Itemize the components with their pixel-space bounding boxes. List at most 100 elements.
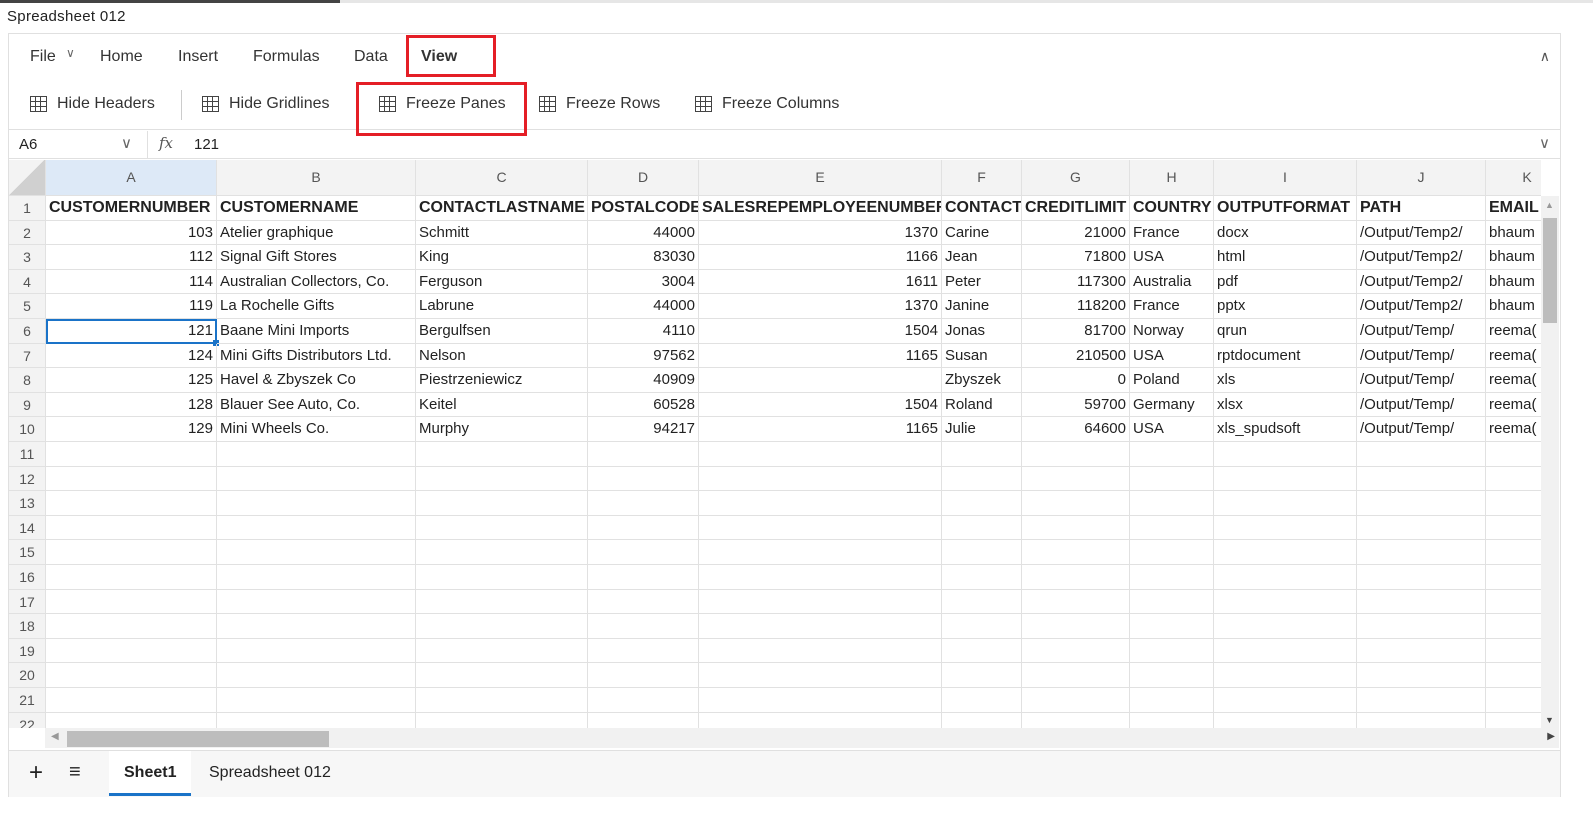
- cell-h22[interactable]: [1130, 712, 1214, 728]
- cell-i7[interactable]: rptdocument: [1214, 343, 1357, 369]
- cell-b20[interactable]: [217, 663, 416, 688]
- cell-e1[interactable]: SALESREPEMPLOYEENUMBER: [699, 196, 942, 221]
- cell-k1[interactable]: EMAIL: [1486, 196, 1541, 221]
- row-header-8[interactable]: 8: [9, 368, 46, 393]
- cell-a21[interactable]: [46, 688, 217, 713]
- cell-d2[interactable]: 44000: [588, 220, 699, 246]
- row-header-2[interactable]: 2: [9, 220, 46, 246]
- cell-h3[interactable]: USA: [1130, 245, 1214, 270]
- row-header-3[interactable]: 3: [9, 245, 46, 270]
- menu-data[interactable]: Data: [354, 48, 388, 66]
- cell-e22[interactable]: [699, 712, 942, 728]
- cell-b18[interactable]: [217, 614, 416, 639]
- cell-f7[interactable]: Susan: [942, 343, 1022, 369]
- cell-j11[interactable]: [1357, 442, 1486, 467]
- cell-k14[interactable]: [1486, 516, 1541, 541]
- cell-e17[interactable]: [699, 589, 942, 615]
- row-header-11[interactable]: 11: [9, 442, 46, 467]
- cell-h4[interactable]: Australia: [1130, 269, 1214, 295]
- cell-h9[interactable]: Germany: [1130, 392, 1214, 418]
- cell-k21[interactable]: [1486, 688, 1541, 713]
- cell-a3[interactable]: 112: [46, 245, 217, 270]
- cell-g5[interactable]: 118200: [1022, 294, 1130, 319]
- cell-j15[interactable]: [1357, 540, 1486, 565]
- cell-b15[interactable]: [217, 540, 416, 565]
- cell-k10[interactable]: reema(: [1486, 417, 1541, 442]
- cell-h11[interactable]: [1130, 442, 1214, 467]
- cell-g20[interactable]: [1022, 663, 1130, 688]
- cell-f9[interactable]: Roland: [942, 392, 1022, 418]
- cell-d9[interactable]: 60528: [588, 392, 699, 418]
- cell-h5[interactable]: France: [1130, 294, 1214, 319]
- sheet-tab-sheet1[interactable]: Sheet1: [109, 751, 192, 796]
- cell-i1[interactable]: OUTPUTFORMAT: [1214, 196, 1357, 221]
- cell-k8[interactable]: reema(: [1486, 368, 1541, 393]
- cell-f22[interactable]: [942, 712, 1022, 728]
- row-header-9[interactable]: 9: [9, 392, 46, 418]
- cell-k18[interactable]: [1486, 614, 1541, 639]
- cell-h13[interactable]: [1130, 491, 1214, 516]
- cell-i3[interactable]: html: [1214, 245, 1357, 270]
- cell-f5[interactable]: Janine: [942, 294, 1022, 319]
- cell-i11[interactable]: [1214, 442, 1357, 467]
- cell-d22[interactable]: [588, 712, 699, 728]
- cell-i18[interactable]: [1214, 614, 1357, 639]
- scroll-down-icon[interactable]: ▼: [1545, 715, 1554, 725]
- cell-g1[interactable]: CREDITLIMIT: [1022, 196, 1130, 221]
- cell-k6[interactable]: reema(: [1486, 319, 1541, 344]
- cell-a20[interactable]: [46, 663, 217, 688]
- cell-j21[interactable]: [1357, 688, 1486, 713]
- cell-j19[interactable]: [1357, 638, 1486, 664]
- cell-c8[interactable]: Piestrzeniewicz: [416, 368, 588, 393]
- cell-f8[interactable]: Zbyszek: [942, 368, 1022, 393]
- cell-d21[interactable]: [588, 688, 699, 713]
- cell-e19[interactable]: [699, 638, 942, 664]
- cell-g7[interactable]: 210500: [1022, 343, 1130, 369]
- cell-g3[interactable]: 71800: [1022, 245, 1130, 270]
- column-header-c[interactable]: C: [416, 160, 588, 196]
- cell-i21[interactable]: [1214, 688, 1357, 713]
- cell-f17[interactable]: [942, 589, 1022, 615]
- cell-j22[interactable]: [1357, 712, 1486, 728]
- cell-j20[interactable]: [1357, 663, 1486, 688]
- cell-h14[interactable]: [1130, 515, 1214, 541]
- cell-h21[interactable]: [1130, 688, 1214, 713]
- cell-k3[interactable]: bhaum: [1486, 245, 1541, 270]
- vertical-scrollbar[interactable]: ▲ ▼: [1541, 196, 1559, 728]
- cell-a7[interactable]: 124: [46, 343, 217, 369]
- select-all-corner[interactable]: [9, 160, 46, 196]
- cell-j3[interactable]: /Output/Temp2/: [1357, 245, 1486, 270]
- column-header-j[interactable]: J: [1357, 160, 1486, 196]
- column-header-b[interactable]: B: [217, 160, 416, 196]
- cell-h7[interactable]: USA: [1130, 343, 1214, 369]
- cell-a19[interactable]: [46, 638, 217, 664]
- column-header-h[interactable]: H: [1130, 160, 1214, 196]
- cell-c16[interactable]: [416, 565, 588, 590]
- cell-j9[interactable]: /Output/Temp/: [1357, 392, 1486, 418]
- column-header-f[interactable]: F: [942, 160, 1022, 196]
- cell-a13[interactable]: [46, 491, 217, 516]
- plus-icon[interactable]: +: [29, 759, 43, 787]
- cell-f16[interactable]: [942, 565, 1022, 590]
- cell-j5[interactable]: /Output/Temp2/: [1357, 294, 1486, 319]
- row-header-1[interactable]: 1: [9, 196, 46, 221]
- freeze-rows-button[interactable]: Freeze Rows: [539, 95, 660, 113]
- cell-f18[interactable]: [942, 614, 1022, 639]
- cell-i4[interactable]: pdf: [1214, 269, 1357, 295]
- cell-j16[interactable]: [1357, 565, 1486, 590]
- scroll-up-icon[interactable]: ▲: [1545, 200, 1554, 210]
- cell-d6[interactable]: 4110: [588, 319, 699, 344]
- cell-k16[interactable]: [1486, 565, 1541, 590]
- cell-a9[interactable]: 128: [46, 392, 217, 418]
- cell-k15[interactable]: [1486, 540, 1541, 565]
- cell-e8[interactable]: [699, 368, 942, 393]
- row-header-22[interactable]: 22: [9, 712, 46, 728]
- cell-b5[interactable]: La Rochelle Gifts: [217, 294, 416, 319]
- scroll-left-icon[interactable]: ◀: [51, 731, 59, 742]
- cell-b4[interactable]: Australian Collectors, Co.: [217, 269, 416, 295]
- menu-home[interactable]: Home: [100, 48, 143, 66]
- cell-c1[interactable]: CONTACTLASTNAME: [416, 196, 588, 221]
- cell-i13[interactable]: [1214, 491, 1357, 516]
- cell-b16[interactable]: [217, 565, 416, 590]
- cell-k19[interactable]: [1486, 639, 1541, 664]
